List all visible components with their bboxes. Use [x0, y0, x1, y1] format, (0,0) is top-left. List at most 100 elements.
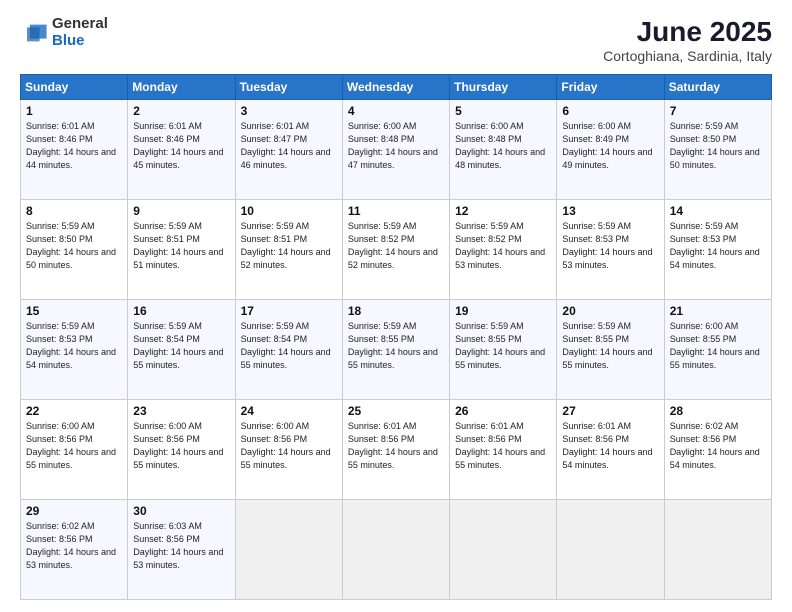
table-row: [664, 500, 771, 600]
table-row: 4 Sunrise: 6:00 AMSunset: 8:48 PMDaylight…: [342, 100, 449, 200]
day-info: Sunrise: 5:59 AMSunset: 8:50 PMDaylight:…: [670, 120, 766, 172]
day-number: 9: [133, 204, 229, 218]
day-number: 7: [670, 104, 766, 118]
day-info: Sunrise: 6:00 AMSunset: 8:56 PMDaylight:…: [241, 420, 337, 472]
day-info: Sunrise: 6:02 AMSunset: 8:56 PMDaylight:…: [26, 520, 122, 572]
table-row: 9 Sunrise: 5:59 AMSunset: 8:51 PMDaylight…: [128, 200, 235, 300]
table-row: 7 Sunrise: 5:59 AMSunset: 8:50 PMDaylight…: [664, 100, 771, 200]
day-info: Sunrise: 5:59 AMSunset: 8:53 PMDaylight:…: [562, 220, 658, 272]
day-number: 13: [562, 204, 658, 218]
day-number: 20: [562, 304, 658, 318]
table-row: 6 Sunrise: 6:00 AMSunset: 8:49 PMDaylight…: [557, 100, 664, 200]
day-info: Sunrise: 6:01 AMSunset: 8:47 PMDaylight:…: [241, 120, 337, 172]
day-number: 26: [455, 404, 551, 418]
header: General Blue June 2025 Cortoghiana, Sard…: [20, 16, 772, 64]
logo-general: General: [52, 16, 108, 33]
main-title: June 2025: [603, 16, 772, 48]
table-row: 25 Sunrise: 6:01 AMSunset: 8:56 PMDayligh…: [342, 400, 449, 500]
table-row: 29 Sunrise: 6:02 AMSunset: 8:56 PMDayligh…: [21, 500, 128, 600]
col-tuesday: Tuesday: [235, 75, 342, 100]
day-number: 29: [26, 504, 122, 518]
day-number: 30: [133, 504, 229, 518]
day-info: Sunrise: 5:59 AMSunset: 8:52 PMDaylight:…: [455, 220, 551, 272]
table-row: 28 Sunrise: 6:02 AMSunset: 8:56 PMDayligh…: [664, 400, 771, 500]
table-row: 3 Sunrise: 6:01 AMSunset: 8:47 PMDaylight…: [235, 100, 342, 200]
day-info: Sunrise: 6:01 AMSunset: 8:56 PMDaylight:…: [455, 420, 551, 472]
day-number: 21: [670, 304, 766, 318]
logo-icon: [20, 19, 48, 47]
table-row: 16Sunrise: 5:59 AMSunset: 8:54 PMDayligh…: [128, 300, 235, 400]
day-info: Sunrise: 5:59 AMSunset: 8:53 PMDaylight:…: [670, 220, 766, 272]
logo-blue: Blue: [52, 33, 108, 50]
day-info: Sunrise: 5:59 AMSunset: 8:53 PMDaylight:…: [26, 320, 122, 372]
day-info: Sunrise: 5:59 AMSunset: 8:50 PMDaylight:…: [26, 220, 122, 272]
subtitle: Cortoghiana, Sardinia, Italy: [603, 48, 772, 64]
day-info: Sunrise: 6:00 AMSunset: 8:49 PMDaylight:…: [562, 120, 658, 172]
table-row: 20Sunrise: 5:59 AMSunset: 8:55 PMDayligh…: [557, 300, 664, 400]
table-row: 13 Sunrise: 5:59 AMSunset: 8:53 PMDayligh…: [557, 200, 664, 300]
page: General Blue June 2025 Cortoghiana, Sard…: [0, 0, 792, 612]
day-number: 6: [562, 104, 658, 118]
day-number: 14: [670, 204, 766, 218]
day-info: Sunrise: 5:59 AMSunset: 8:55 PMDaylight:…: [455, 320, 551, 372]
day-info: Sunrise: 6:01 AMSunset: 8:46 PMDaylight:…: [133, 120, 229, 172]
day-info: Sunrise: 6:01 AMSunset: 8:56 PMDaylight:…: [562, 420, 658, 472]
day-number: 16: [133, 304, 229, 318]
day-info: Sunrise: 5:59 AMSunset: 8:52 PMDaylight:…: [348, 220, 444, 272]
day-number: 8: [26, 204, 122, 218]
day-number: 15: [26, 304, 122, 318]
title-block: June 2025 Cortoghiana, Sardinia, Italy: [603, 16, 772, 64]
table-row: 8 Sunrise: 5:59 AMSunset: 8:50 PMDaylight…: [21, 200, 128, 300]
table-row: [557, 500, 664, 600]
table-row: 18Sunrise: 5:59 AMSunset: 8:55 PMDayligh…: [342, 300, 449, 400]
day-info: Sunrise: 5:59 AMSunset: 8:51 PMDaylight:…: [133, 220, 229, 272]
day-number: 10: [241, 204, 337, 218]
day-info: Sunrise: 5:59 AMSunset: 8:51 PMDaylight:…: [241, 220, 337, 272]
day-number: 17: [241, 304, 337, 318]
logo-text: General Blue: [52, 16, 108, 49]
table-row: 2 Sunrise: 6:01 AMSunset: 8:46 PMDaylight…: [128, 100, 235, 200]
table-row: 12 Sunrise: 5:59 AMSunset: 8:52 PMDayligh…: [450, 200, 557, 300]
table-row: 15 Sunrise: 5:59 AMSunset: 8:53 PMDayligh…: [21, 300, 128, 400]
col-thursday: Thursday: [450, 75, 557, 100]
day-number: 19: [455, 304, 551, 318]
col-wednesday: Wednesday: [342, 75, 449, 100]
day-number: 3: [241, 104, 337, 118]
table-row: 11 Sunrise: 5:59 AMSunset: 8:52 PMDayligh…: [342, 200, 449, 300]
day-info: Sunrise: 6:01 AMSunset: 8:46 PMDaylight:…: [26, 120, 122, 172]
day-number: 22: [26, 404, 122, 418]
logo: General Blue: [20, 16, 108, 49]
table-row: 30 Sunrise: 6:03 AMSunset: 8:56 PMDayligh…: [128, 500, 235, 600]
col-friday: Friday: [557, 75, 664, 100]
table-row: 5 Sunrise: 6:00 AMSunset: 8:48 PMDaylight…: [450, 100, 557, 200]
table-row: 23 Sunrise: 6:00 AMSunset: 8:56 PMDayligh…: [128, 400, 235, 500]
table-row: 1Sunrise: 6:01 AMSunset: 8:46 PMDaylight…: [21, 100, 128, 200]
day-info: Sunrise: 6:00 AMSunset: 8:48 PMDaylight:…: [455, 120, 551, 172]
day-info: Sunrise: 6:02 AMSunset: 8:56 PMDaylight:…: [670, 420, 766, 472]
day-info: Sunrise: 5:59 AMSunset: 8:54 PMDaylight:…: [241, 320, 337, 372]
table-row: 17 Sunrise: 5:59 AMSunset: 8:54 PMDayligh…: [235, 300, 342, 400]
day-number: 25: [348, 404, 444, 418]
calendar-header-row: Sunday Monday Tuesday Wednesday Thursday…: [21, 75, 772, 100]
table-row: 26 Sunrise: 6:01 AMSunset: 8:56 PMDayligh…: [450, 400, 557, 500]
day-info: Sunrise: 6:03 AMSunset: 8:56 PMDaylight:…: [133, 520, 229, 572]
day-number: 2: [133, 104, 229, 118]
table-row: 24Sunrise: 6:00 AMSunset: 8:56 PMDayligh…: [235, 400, 342, 500]
day-info: Sunrise: 6:00 AMSunset: 8:48 PMDaylight:…: [348, 120, 444, 172]
table-row: [235, 500, 342, 600]
day-info: Sunrise: 6:00 AMSunset: 8:55 PMDaylight:…: [670, 320, 766, 372]
col-monday: Monday: [128, 75, 235, 100]
day-info: Sunrise: 6:00 AMSunset: 8:56 PMDaylight:…: [133, 420, 229, 472]
table-row: [342, 500, 449, 600]
col-saturday: Saturday: [664, 75, 771, 100]
day-number: 12: [455, 204, 551, 218]
table-row: 10 Sunrise: 5:59 AMSunset: 8:51 PMDayligh…: [235, 200, 342, 300]
table-row: 22Sunrise: 6:00 AMSunset: 8:56 PMDayligh…: [21, 400, 128, 500]
day-number: 5: [455, 104, 551, 118]
day-info: Sunrise: 6:01 AMSunset: 8:56 PMDaylight:…: [348, 420, 444, 472]
table-row: 14 Sunrise: 5:59 AMSunset: 8:53 PMDayligh…: [664, 200, 771, 300]
day-number: 4: [348, 104, 444, 118]
day-number: 23: [133, 404, 229, 418]
day-number: 28: [670, 404, 766, 418]
day-number: 11: [348, 204, 444, 218]
